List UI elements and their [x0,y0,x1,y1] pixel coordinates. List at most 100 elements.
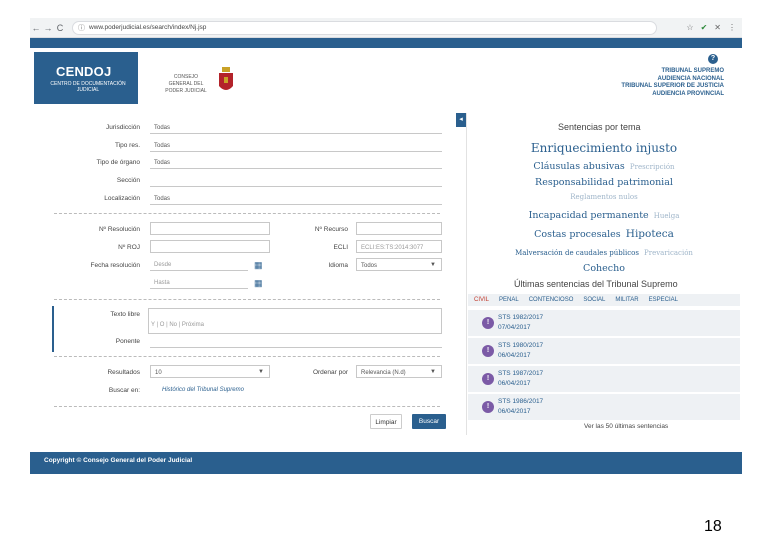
address-bar[interactable]: ⓘ www.poderjudicial.es/search/index/Nj.j… [72,20,657,35]
calendar-icon[interactable]: ▦ [254,278,264,288]
cgpj-line: CONSEJO [173,74,199,80]
ordenar-value: Relevancia (N.d) [361,370,406,376]
court-list: TRIBUNAL SUPREMO AUDIENCIA NACIONAL TRIB… [621,68,724,98]
topic-link[interactable]: Hipoteca [626,228,674,240]
buscar-en-label: Buscar en: [108,387,140,394]
tab-contencioso[interactable]: CONTENCIOSO [529,297,574,303]
fecha-hasta-field[interactable]: Hasta [150,276,248,289]
n-recurso-field[interactable] [356,222,442,235]
extension-check-icon[interactable]: ✔ [701,23,708,32]
desde-placeholder: Desde [154,262,172,268]
divider [54,299,440,300]
ruling-badge-icon: ! [482,345,494,357]
divider [54,213,440,214]
coat-of-arms-icon [219,67,233,90]
back-button[interactable]: ← [30,23,42,33]
topic-link[interactable]: Reglamentos nulos [466,190,742,205]
historico-link[interactable]: Histórico del Tribunal Supremo [162,387,244,393]
tipo-organo-field[interactable]: Todas [150,156,442,169]
ruling-number[interactable]: STS 1982/2017 [498,314,543,321]
court-link[interactable]: AUDIENCIA PROVINCIAL [621,91,724,99]
court-link[interactable]: TRIBUNAL SUPREMO [621,68,724,76]
ruling-badge-icon: ! [482,373,494,385]
tipo-res-label: Tipo res. [114,142,140,149]
calendar-icon[interactable]: ▦ [254,260,264,270]
info-icon[interactable]: ⓘ [78,23,85,33]
cgpj-line: PODER JUDICIAL [165,88,207,94]
topic-cloud: Enriquecimiento injusto Cláusulas abusiv… [466,141,742,276]
jurisdiccion-field[interactable]: Todas [150,121,442,134]
tab-especial[interactable]: ESPECIAL [649,297,678,303]
list-item[interactable]: ! STS 1987/2017 06/04/2017 [468,366,740,392]
topic-link[interactable]: Prescripción [630,163,675,171]
collapse-panel-icon[interactable]: ◂ [456,113,466,127]
site-header: CENDOJ CENTRO DE DOCUMENTACIÓN JUDICIAL … [30,48,742,110]
fecha-desde-field[interactable]: Desde [150,258,248,271]
n-roj-field[interactable] [150,240,270,253]
ecli-field[interactable]: ECLI:ES:TS:2014:3077 [356,240,442,253]
ordenar-select[interactable]: Relevancia (N.d) ▼ [356,365,442,378]
hasta-placeholder: Hasta [154,280,170,286]
site-footer: Copyright © Consejo General del Poder Ju… [30,452,742,474]
ruling-date: 07/04/2017 [498,324,531,331]
tab-militar[interactable]: MILITAR [615,297,638,303]
limpiar-button[interactable]: Limpiar [370,414,402,429]
texto-libre-label: Texto libre [110,311,140,318]
ecli-placeholder: ECLI:ES:TS:2014:3077 [361,245,424,251]
ruling-number[interactable]: STS 1987/2017 [498,370,543,377]
bookmark-star-icon[interactable]: ☆ [686,23,693,32]
court-link[interactable]: AUDIENCIA NACIONAL [621,76,724,84]
ruling-number[interactable]: STS 1980/2017 [498,342,543,349]
n-resolucion-field[interactable] [150,222,270,235]
logo-title: CENDOJ [56,64,112,79]
ponente-field[interactable] [150,335,442,348]
ordenar-label: Ordenar por [312,369,348,376]
tab-penal[interactable]: PENAL [499,297,519,303]
cgpj-line: GENERAL DEL [168,81,204,87]
seccion-label: Sección [116,177,140,184]
extension-x-icon[interactable]: ✕ [714,23,721,32]
ver-mas-link[interactable]: Ver las 50 últimas sentencias [584,423,668,430]
help-icon[interactable]: ? [708,54,718,64]
ponente-label: Ponente [115,338,140,345]
list-item[interactable]: ! STS 1986/2017 06/04/2017 [468,394,740,420]
n-recurso-label: Nº Recurso [314,226,348,233]
seccion-field[interactable] [150,174,442,187]
topic-link[interactable]: Costas procesales [534,229,621,240]
reload-button[interactable]: C [54,23,66,33]
n-resolucion-label: Nº Resolución [98,226,140,233]
buscar-button[interactable]: Buscar [412,414,446,429]
cgpj-name[interactable]: CONSEJO GENERAL DEL PODER JUDICIAL [162,74,210,95]
tab-social[interactable]: SOCIAL [583,297,605,303]
topic-link[interactable]: Cláusulas abusivas [533,161,624,172]
ruling-number[interactable]: STS 1986/2017 [498,398,543,405]
localizacion-field[interactable]: Todas [150,192,442,205]
tipo-res-field[interactable]: Todas [150,139,442,152]
topic-link[interactable]: Responsabilidad patrimonial [466,175,742,190]
chevron-down-icon: ▼ [430,369,436,375]
forward-button[interactable]: → [42,23,54,33]
tab-civil[interactable]: CIVIL [474,297,489,303]
list-item[interactable]: ! STS 1982/2017 07/04/2017 [468,310,740,336]
court-link[interactable]: TRIBUNAL SUPERIOR DE JUSTICIA [621,83,724,91]
list-item[interactable]: ! STS 1980/2017 06/04/2017 [468,338,740,364]
texto-libre-field[interactable]: Y | O | No | Próxima [148,308,442,334]
topic-link[interactable]: Enriquecimiento injusto [466,141,742,156]
tipo-organo-label: Tipo de órgano [96,159,141,166]
menu-dots-icon[interactable]: ⋮ [728,23,736,32]
topic-link[interactable]: Huelga [654,212,680,220]
topic-link[interactable]: Malversación de caudales públicos [515,249,639,257]
topic-link[interactable]: Cohecho [466,261,742,276]
localizacion-label: Localización [104,195,140,202]
cendoj-logo[interactable]: CENDOJ CENTRO DE DOCUMENTACIÓN JUDICIAL [34,52,138,104]
logo-subtitle: CENTRO DE DOCUMENTACIÓN JUDICIAL [50,81,126,93]
topic-link[interactable]: Prevaricación [644,249,693,257]
active-indicator [52,306,54,352]
idioma-label: Idioma [328,262,348,269]
resultados-select[interactable]: 10 ▼ [150,365,270,378]
idioma-select[interactable]: Todos ▼ [356,258,442,271]
topic-link[interactable]: Incapacidad permanente [529,210,649,221]
topic-cloud-title: Sentencias por tema [558,122,641,132]
idioma-value: Todos [361,263,378,269]
ruling-date: 06/04/2017 [498,408,531,415]
